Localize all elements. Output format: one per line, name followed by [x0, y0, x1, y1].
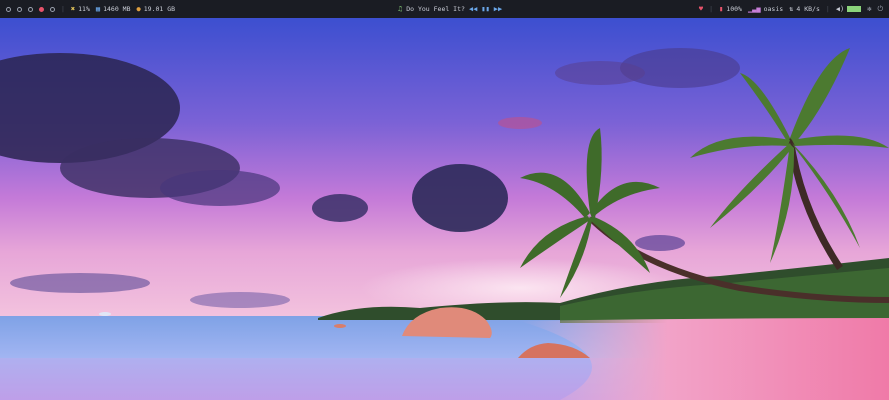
separator: |: [825, 5, 830, 13]
media-player: ♫ Do You Feel It? ◀◀ ▮▮ ▶▶: [398, 0, 502, 18]
brightness-icon: ▮: [719, 4, 724, 13]
volume-level-bar: [847, 6, 862, 12]
workspace-1[interactable]: [6, 6, 11, 12]
desktop-wallpaper: [0, 18, 889, 400]
volume-icon: ◀): [835, 4, 845, 13]
memory-icon: ▦: [95, 4, 101, 13]
music-note-icon: ♫: [398, 4, 403, 13]
memory-value: 1460 MB: [103, 5, 131, 13]
pause-icon[interactable]: ▮▮: [481, 5, 489, 13]
up-down-arrow-icon: ⇅: [789, 4, 794, 13]
net-speed-value: 4 KB/s: [796, 5, 820, 13]
brightness-value: 100%: [726, 5, 742, 13]
cpu-value: 11%: [78, 5, 90, 13]
power-icon[interactable]: ⏻: [877, 5, 883, 13]
workspace-4[interactable]: [39, 6, 44, 12]
wifi-icon: ▁▃▅: [747, 4, 761, 13]
workspace-5[interactable]: [50, 6, 55, 12]
separator: |: [61, 5, 65, 13]
wifi-widget[interactable]: ▁▃▅ oasis: [748, 5, 783, 13]
separator: |: [709, 5, 714, 13]
disk-value: 19.01 GB: [143, 5, 176, 13]
system-tray: ♥ | ▮ 100% ▁▃▅ oasis ⇅ 4 KB/s | ◀) ✻ ⏻: [699, 0, 883, 18]
workspace-3[interactable]: [28, 6, 33, 12]
beach-sunset-wallpaper: [0, 18, 889, 400]
disk-icon: ●: [136, 4, 141, 13]
workspace-2[interactable]: [17, 6, 22, 12]
volume-widget[interactable]: ◀): [835, 4, 862, 13]
media-title[interactable]: Do You Feel It?: [406, 5, 465, 13]
heart-icon[interactable]: ♥: [699, 5, 703, 13]
workspace-indicators: | ✖ 11% ▦ 1460 MB ● 19.01 GB: [6, 5, 175, 13]
wifi-name: oasis: [763, 5, 784, 13]
previous-icon[interactable]: ◀◀: [469, 5, 477, 13]
brightness-widget[interactable]: ▮ 100%: [719, 5, 742, 13]
cpu-widget[interactable]: ✖ 11%: [71, 5, 90, 13]
network-speed-widget[interactable]: ⇅ 4 KB/s: [789, 5, 820, 13]
top-status-bar: | ✖ 11% ▦ 1460 MB ● 19.01 GB ♫ Do You Fe…: [0, 0, 889, 18]
next-icon[interactable]: ▶▶: [494, 5, 502, 13]
settings-gear-icon[interactable]: ✻: [867, 5, 871, 13]
cpu-icon: ✖: [70, 4, 76, 13]
memory-widget[interactable]: ▦ 1460 MB: [96, 5, 131, 13]
disk-widget[interactable]: ● 19.01 GB: [137, 5, 176, 13]
